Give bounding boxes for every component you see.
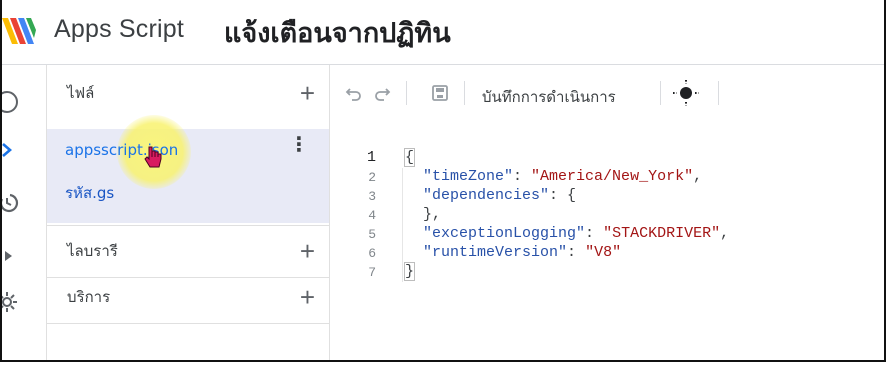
toolbar-separator [406, 81, 407, 105]
code-line: 7 } [330, 262, 884, 282]
json-value: "America/New_York" [531, 168, 694, 185]
save-icon[interactable] [430, 83, 450, 103]
code-text: }, [405, 206, 442, 223]
code-line: 5 "exceptionLogging": "STACKDRIVER", [330, 225, 884, 244]
info-icon[interactable] [0, 89, 20, 115]
files-label: ไฟล์ [67, 84, 95, 102]
file-item-code-gs[interactable]: รหัส.gs [65, 181, 114, 205]
file-list: appsscript.json ⋮ รหัส.gs [47, 115, 329, 223]
hand-cursor-icon [144, 146, 162, 168]
add-library-button[interactable]: + [300, 238, 315, 264]
json-key: "exceptionLogging" [423, 225, 586, 242]
files-section-header: ไฟล์ + [47, 65, 329, 121]
json-separator: : [585, 225, 604, 242]
json-separator: : { [549, 187, 577, 204]
toolbar-separator [660, 81, 661, 105]
code-editor-icon[interactable] [0, 137, 20, 163]
code-text: { [403, 148, 416, 167]
line-number: 3 [368, 189, 376, 204]
files-panel: ไฟล์ + appsscript.json ⋮ รหัส.gs ไลบรารี… [47, 65, 330, 360]
theme-toggle-sun-icon[interactable] [672, 79, 700, 107]
code-text: "dependencies": { [405, 187, 576, 204]
add-service-button[interactable]: + [300, 284, 315, 310]
project-title[interactable]: แจ้งเตือนจากปฏิทิน [224, 11, 451, 54]
app-name[interactable]: Apps Script [54, 15, 184, 44]
add-file-button[interactable]: + [300, 80, 315, 106]
line-number: 5 [368, 227, 376, 242]
apps-script-window: Apps Script แจ้งเตือนจากปฏิทิน ไฟล์ + ap… [0, 0, 886, 362]
redo-icon[interactable] [372, 83, 392, 103]
left-rail [0, 65, 47, 360]
execution-log-button[interactable]: บันทึกการดำเนินการ [482, 85, 616, 109]
json-key: "runtimeVersion" [423, 244, 568, 261]
more-options-icon[interactable]: ⋮ [289, 135, 309, 155]
code-line: 3 "dependencies": { [330, 187, 884, 206]
line-number: 2 [368, 170, 376, 185]
code-text: "runtimeVersion": "V8" [405, 244, 621, 261]
top-bar: Apps Script แจ้งเตือนจากปฏิทิน [2, 0, 884, 64]
undo-icon[interactable] [344, 83, 364, 103]
line-number: 6 [368, 246, 376, 261]
settings-gear-icon[interactable] [0, 289, 20, 315]
json-separator: : [513, 168, 532, 185]
code-text: } [403, 262, 416, 281]
editor-toolbar: บันทึกการดำเนินการ [330, 65, 884, 121]
toolbar-separator [718, 81, 719, 105]
triggers-icon[interactable] [0, 189, 20, 215]
services-label: บริการ [67, 288, 111, 306]
line-number: 1 [366, 149, 376, 166]
json-end: , [720, 225, 730, 242]
divider [47, 323, 329, 324]
apps-script-logo-icon [2, 18, 36, 44]
line-number: 7 [368, 265, 376, 280]
code-text: "exceptionLogging": "STACKDRIVER", [405, 225, 729, 242]
code-line: 6 "runtimeVersion": "V8" [330, 244, 884, 263]
code-line: 4 }, [330, 206, 884, 225]
executions-icon[interactable] [0, 243, 20, 269]
code-line: 1 { [330, 148, 884, 168]
code-line: 2 "timeZone": "America/New_York", [330, 168, 884, 187]
json-value: "V8" [585, 244, 622, 261]
json-key: "timeZone" [423, 168, 514, 185]
line-number: 4 [368, 208, 376, 223]
code-text: "timeZone": "America/New_York", [405, 168, 702, 185]
services-section-header: บริการ + [47, 269, 329, 325]
json-end: , [693, 168, 703, 185]
code-editor: บันทึกการดำเนินการ 1 { 2 "timeZone": "Am… [330, 65, 884, 360]
json-value: "STACKDRIVER" [603, 225, 721, 242]
json-key: "dependencies" [423, 187, 550, 204]
toolbar-separator [464, 81, 465, 105]
json-separator: : [567, 244, 586, 261]
libraries-label: ไลบรารี [67, 242, 118, 260]
